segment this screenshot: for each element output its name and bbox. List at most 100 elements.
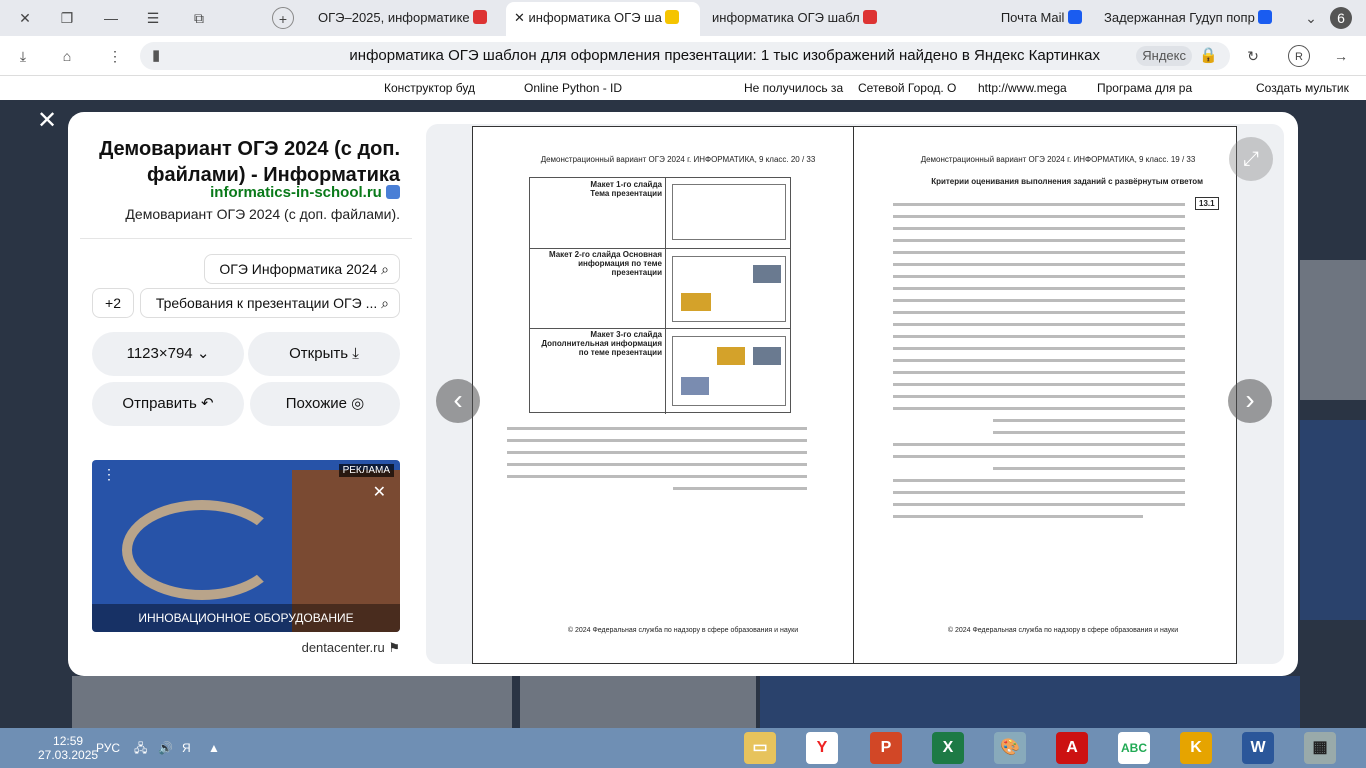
- page-header: Демонстрационный вариант ОГЭ 2024 г. ИНФ…: [540, 155, 816, 164]
- open-button[interactable]: Открыть ⤓: [248, 332, 400, 376]
- background-thumbnail: [72, 676, 512, 728]
- image-title[interactable]: Демовариант ОГЭ 2024 (с доп. файлами) - …: [90, 136, 400, 188]
- document-image[interactable]: Демонстрационный вариант ОГЭ 2024 г. ИНФ…: [472, 126, 1237, 664]
- bookmark-item[interactable]: Програмa для ра: [1097, 76, 1192, 100]
- slide-2-label: Макет 2-го слайда Основная информация по…: [548, 250, 662, 277]
- bookmark-item[interactable]: Сетевой Город. О: [858, 76, 956, 100]
- bookmark-item[interactable]: Не получилось за: [744, 76, 843, 100]
- close-viewer-icon[interactable]: ✕: [34, 108, 60, 134]
- page-divider: [853, 126, 854, 664]
- fullscreen-icon[interactable]: ⤢: [1229, 137, 1273, 181]
- chevron-down-icon[interactable]: ⌄: [1300, 7, 1322, 29]
- word-icon[interactable]: W: [1242, 732, 1274, 764]
- bookmark-item[interactable]: Создать мультик: [1256, 76, 1349, 100]
- bookmark-item[interactable]: http://www.mega: [978, 76, 1067, 100]
- next-image-button[interactable]: ›: [1228, 379, 1272, 423]
- file-explorer-icon[interactable]: ▭: [744, 732, 776, 764]
- close-icon[interactable]: ✕: [514, 10, 525, 25]
- criteria-heading: Критерии оценивания выполнения заданий с…: [931, 177, 1203, 186]
- calculator-icon[interactable]: ▦: [1304, 732, 1336, 764]
- mute-icon[interactable]: ✕: [373, 482, 386, 502]
- restore-icon[interactable]: ❐: [56, 7, 78, 29]
- close-icon[interactable]: ✕: [14, 7, 36, 29]
- task-number: 13.1: [1195, 197, 1219, 210]
- background-thumbnail: [1300, 420, 1366, 620]
- download-icon: ⤓: [352, 345, 359, 362]
- download-icon[interactable]: ⤓: [12, 45, 34, 67]
- background-thumbnail: [520, 676, 756, 728]
- tab-bar: ✕ ❐ — ☰ ⧉ + ОГЭ–2025, информатике ✕ инфо…: [0, 0, 1366, 36]
- bookmark-item[interactable]: Online Python - ID: [524, 76, 622, 100]
- yandex-icon[interactable]: R: [1288, 45, 1310, 67]
- ad-image[interactable]: РЕКЛАМА ⋮ ✕ ИННОВАЦИОННОЕ ОБОРУДОВАНИЕ: [92, 460, 400, 632]
- reload-icon[interactable]: ↻: [1242, 45, 1264, 67]
- more-queries-chip[interactable]: +2: [92, 288, 134, 318]
- yandex-browser-icon[interactable]: Y: [806, 732, 838, 764]
- ad-domain[interactable]: dentacenter.ru ⚑: [92, 640, 400, 656]
- search-icon: ⌕: [381, 261, 389, 277]
- pdf-reader-icon[interactable]: A: [1056, 732, 1088, 764]
- bookmark-item[interactable]: Конструктор буд: [384, 76, 475, 100]
- similar-button[interactable]: Похожие ◎: [250, 382, 400, 426]
- taskbar: 12:59 27.03.2025 РУС 🖧 🔊 Я ▲: [0, 728, 1366, 768]
- background-thumbnail: [760, 676, 1300, 728]
- paint-icon[interactable]: 🎨: [994, 732, 1026, 764]
- slide-3-label: Макет 3-го слайда Дополнительная информа…: [541, 330, 662, 357]
- language-indicator[interactable]: РУС: [96, 728, 120, 768]
- new-tab-icon[interactable]: +: [272, 7, 294, 29]
- clock[interactable]: 12:59 27.03.2025: [38, 728, 98, 768]
- collections-icon[interactable]: ⧉: [188, 7, 210, 29]
- tab-mail[interactable]: Почта Mail: [900, 4, 1090, 32]
- share-button[interactable]: Отправить ↶: [92, 382, 244, 426]
- more-icon[interactable]: ⋮: [102, 466, 116, 483]
- chevron-down-icon: ⌄: [196, 345, 210, 362]
- lock-icon[interactable]: 🔒: [1199, 42, 1218, 70]
- share-icon: ↶: [200, 395, 214, 412]
- page-footer: © 2024 Федеральная служба по надзору в с…: [947, 627, 1179, 634]
- flag-icon: ⚑: [388, 640, 400, 655]
- slide-2-thumb: [672, 256, 786, 322]
- ad-caption: ИННОВАЦИОННОЕ ОБОРУДОВАНИЕ: [92, 604, 400, 632]
- tab-count-badge[interactable]: 6: [1330, 7, 1352, 29]
- tab-informatika[interactable]: информатика ОГЭ шабл: [704, 4, 894, 32]
- yandex-tray-icon[interactable]: Я: [182, 728, 191, 768]
- slide-1-thumb: [672, 184, 786, 240]
- tab-active[interactable]: ✕ информатика ОГЭ ша: [506, 2, 700, 36]
- ad-photo: [122, 500, 282, 600]
- site-chip[interactable]: Яндекс: [1136, 46, 1192, 66]
- query-chip[interactable]: Требования к презентации ОГЭ ... ⌕: [140, 288, 400, 318]
- search-icon: ⌕: [381, 295, 389, 311]
- camera-icon: ◎: [351, 395, 365, 412]
- tab-news[interactable]: Задержанная Гудуп попр: [1096, 4, 1286, 32]
- menu-icon[interactable]: ☰: [142, 7, 164, 29]
- site-favicon: [386, 185, 400, 199]
- slide-3-thumb: [672, 336, 786, 406]
- bookmark-icon[interactable]: ▮: [152, 42, 160, 70]
- back-arrow-icon[interactable]: →: [1330, 45, 1352, 67]
- slide-layout-table: Макет 1-го слайда Тема презентации Макет…: [529, 177, 791, 414]
- abc-app-icon[interactable]: ABC: [1118, 732, 1150, 764]
- ad-badge: РЕКЛАМА: [338, 464, 394, 477]
- query-chip[interactable]: ОГЭ Информатика 2024 ⌕: [204, 254, 400, 284]
- volume-icon[interactable]: 🔊: [158, 728, 173, 768]
- powerpoint-icon[interactable]: P: [870, 732, 902, 764]
- more-icon[interactable]: ⋮: [104, 45, 126, 67]
- divider: [80, 238, 412, 239]
- bookmarks-bar: Создать мультик Програмa для ра http://w…: [0, 76, 1366, 100]
- background-thumbnail: [1300, 260, 1366, 400]
- source-link[interactable]: informatics-in-school.ru: [90, 184, 400, 201]
- image-description: Демовариант ОГЭ 2024 (с доп. файлами).: [125, 206, 400, 222]
- tray-chevron-icon[interactable]: ▲: [208, 728, 220, 768]
- k-app-icon[interactable]: K: [1180, 732, 1212, 764]
- slide-1-label: Макет 1-го слайда Тема презентации: [590, 180, 662, 198]
- tab-oge-2025[interactable]: ОГЭ–2025, информатике: [310, 4, 500, 32]
- network-icon[interactable]: 🖧: [134, 728, 147, 768]
- url-field[interactable]: ▮ информатика ОГЭ шаблон для оформления …: [140, 42, 1230, 70]
- extensions-icon[interactable]: ⌂: [56, 45, 78, 67]
- excel-icon[interactable]: X: [932, 732, 964, 764]
- prev-image-button[interactable]: ‹: [436, 379, 480, 423]
- size-button[interactable]: 1123×794 ⌄: [92, 332, 244, 376]
- page-footer: © 2024 Федеральная служба по надзору в с…: [567, 627, 799, 634]
- minimize-icon[interactable]: —: [100, 7, 122, 29]
- page-title-in-address: информатика ОГЭ шаблон для оформления пр…: [349, 47, 1100, 64]
